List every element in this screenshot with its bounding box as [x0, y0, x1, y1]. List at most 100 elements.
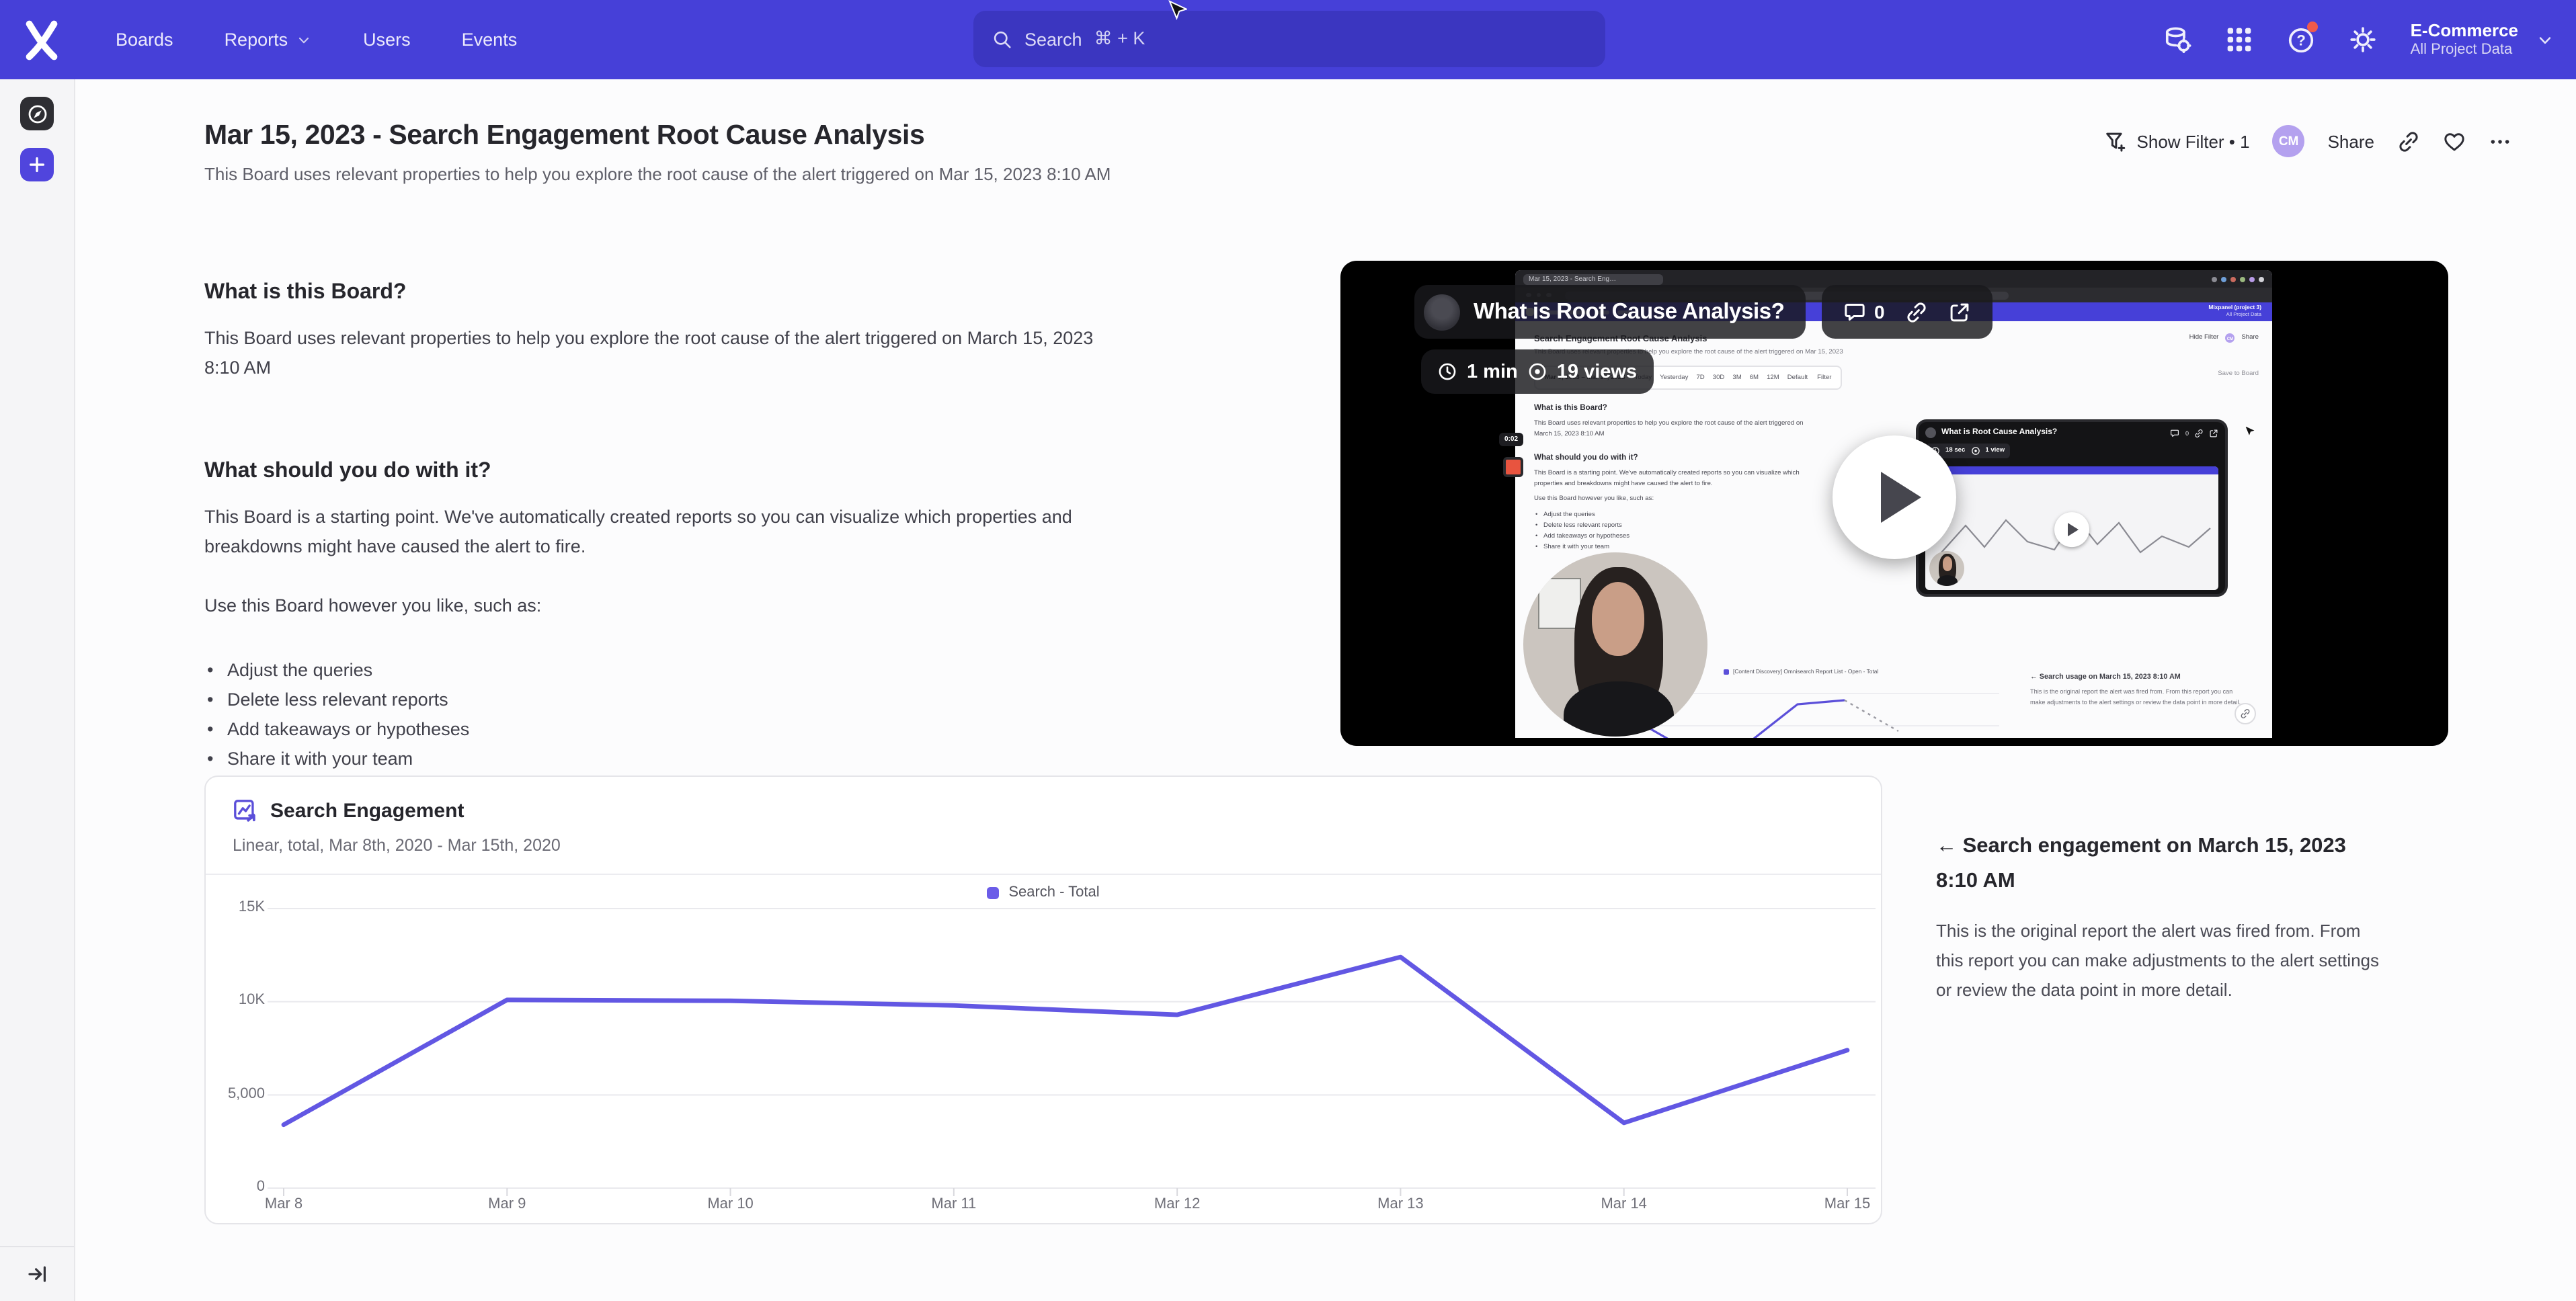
mixpanel-logo-icon[interactable]	[22, 17, 62, 62]
chevron-down-icon	[296, 32, 312, 48]
notification-dot	[2307, 22, 2318, 32]
app-window: Boards Reports Users Events Search ⌘ + K…	[0, 0, 2576, 1301]
comments-icon[interactable]	[1843, 300, 1866, 323]
range-button[interactable]: 6M	[1750, 374, 1759, 381]
avatar[interactable]: CM	[2273, 125, 2305, 157]
presenter-webcam	[1523, 552, 1707, 737]
board-text-sections: What is this Board? This Board uses rele…	[204, 281, 1108, 774]
top-nav: Boards Reports Users Events Search ⌘ + K…	[0, 0, 2576, 79]
project-scope: All Project Data	[2411, 42, 2518, 60]
comment-icon	[2171, 428, 2180, 437]
new-board-button[interactable]	[20, 148, 54, 181]
video-embed-card[interactable]: Mar 15, 2023 - Search Eng… Mixpanel (pro…	[1340, 261, 2448, 746]
project-name: E-Commerce	[2411, 19, 2518, 42]
x-tick-label: Mar 10	[684, 1196, 778, 1212]
y-tick-label: 15K	[206, 899, 265, 915]
video-title: What is Root Cause Analysis?	[1474, 299, 1785, 325]
video-author-avatar	[1424, 294, 1460, 330]
compass-icon	[26, 103, 48, 124]
mini-board-toolbar: Hide Filter CM Share	[2189, 333, 2259, 343]
nav-reports[interactable]: Reports	[225, 30, 313, 50]
aside-note: ← Search engagement on March 15, 2023 8:…	[1936, 829, 2388, 1005]
video-title-pill[interactable]: What is Root Cause Analysis?	[1414, 285, 1806, 339]
divider	[206, 874, 1881, 875]
line-chart-icon	[233, 798, 258, 824]
line-chart-svg[interactable]	[206, 892, 1884, 1207]
views-icon	[1527, 362, 1547, 382]
help-icon[interactable]	[2287, 26, 2315, 54]
mini-text-column: What is this Board? This Board uses rele…	[1534, 405, 1810, 554]
primary-nav: Boards Reports Users Events	[116, 30, 517, 50]
expand-sidebar-icon[interactable]	[26, 1263, 48, 1285]
list-item: Delete less relevant reports	[204, 685, 1108, 715]
page-title: Mar 15, 2023 - Search Engagement Root Ca…	[204, 120, 1111, 152]
mini-aside-text: ← Search usage on March 15, 2023 8:10 AM…	[2030, 673, 2245, 707]
x-tick-label: Mar 8	[237, 1196, 331, 1212]
x-tick-label: Mar 15	[1800, 1196, 1894, 1212]
search-input[interactable]: Search ⌘ + K	[973, 11, 1605, 67]
mini-filter: Filter	[1817, 374, 1831, 381]
external-link-icon	[2209, 428, 2218, 437]
nested-play-button[interactable]	[2054, 512, 2089, 547]
apps-grid-icon[interactable]	[2225, 26, 2253, 54]
range-button[interactable]: 7D	[1696, 374, 1704, 381]
aside-heading: ← Search engagement on March 15, 2023 8:…	[1936, 829, 2388, 899]
y-tick-label: 10K	[206, 993, 265, 1009]
nav-boards[interactable]: Boards	[116, 30, 173, 50]
comment-count: 0	[1874, 301, 1885, 323]
nav-right: E-Commerce All Project Data	[2163, 0, 2554, 79]
more-options-icon[interactable]	[2489, 130, 2511, 153]
range-button[interactable]: Default	[1787, 374, 1808, 381]
mini-link-fab	[2235, 703, 2256, 724]
section-body: Use this Board however you like, such as…	[204, 591, 1108, 621]
show-filter-button[interactable]: Show Filter • 1	[2105, 130, 2250, 153]
settings-gear-icon[interactable]	[2349, 26, 2377, 54]
nested-video-screen	[1925, 466, 2218, 590]
range-button[interactable]: Yesterday	[1660, 374, 1688, 381]
video-range-buttons: TodayYesterday7D30D3M6M12MDefault	[1635, 374, 1808, 381]
browser-extension-icons	[2212, 276, 2264, 282]
left-sidebar	[0, 79, 75, 1301]
copy-video-link-icon[interactable]	[1905, 300, 1928, 323]
search-icon	[992, 29, 1012, 49]
range-button[interactable]: 3M	[1732, 374, 1741, 381]
x-tick-label: Mar 11	[907, 1196, 1001, 1212]
search-shortcut: ⌘ + K	[1094, 28, 1145, 50]
board-toolbar: Show Filter • 1 CM Share	[2105, 125, 2511, 157]
nav-users[interactable]: Users	[363, 30, 411, 50]
list-item: Share it with your team	[204, 745, 1108, 774]
y-tick-label: 5,000	[206, 1085, 265, 1101]
discover-boards-button[interactable]	[20, 97, 54, 130]
chevron-down-icon	[2536, 30, 2554, 49]
views-icon	[1970, 446, 1980, 456]
nested-video-frame: What is Root Cause Analysis? 0 18 sec 1 …	[1916, 419, 2228, 597]
report-card[interactable]: Search Engagement Linear, total, Mar 8th…	[204, 775, 1882, 1224]
range-button[interactable]: 12M	[1767, 374, 1779, 381]
section-heading: What should you do with it?	[204, 460, 1108, 484]
main-content: Mar 15, 2023 - Search Engagement Root Ca…	[75, 79, 2576, 1301]
copy-link-icon[interactable]	[2397, 130, 2420, 153]
section-heading: What is this Board?	[204, 281, 1108, 305]
open-external-icon[interactable]	[1948, 300, 1971, 323]
x-tick-label: Mar 13	[1353, 1196, 1447, 1212]
recording-timer: 0:02	[1499, 433, 1523, 446]
mouse-cursor-icon	[1168, 0, 1187, 23]
x-tick-label: Mar 9	[460, 1196, 554, 1212]
stop-recording-button[interactable]	[1503, 457, 1523, 477]
video-duration: 1 min	[1467, 361, 1518, 382]
data-management-icon[interactable]	[2163, 26, 2191, 54]
favorite-heart-icon[interactable]	[2443, 130, 2466, 153]
recorded-cursor-icon	[2244, 425, 2256, 439]
nav-events[interactable]: Events	[462, 30, 518, 50]
section-body: This Board uses relevant properties to h…	[204, 324, 1108, 383]
range-button[interactable]: 30D	[1713, 374, 1725, 381]
video-actions-pill: 0	[1822, 285, 1993, 339]
chart-line-Search - Total	[284, 957, 1847, 1125]
sidebar-footer	[0, 1246, 74, 1301]
project-switcher[interactable]: E-Commerce All Project Data	[2411, 19, 2518, 60]
y-tick-label: 0	[206, 1179, 265, 1195]
report-title[interactable]: Search Engagement	[270, 800, 464, 823]
play-button[interactable]	[1833, 435, 1956, 559]
video-stats-pill: 1 min 19 views	[1421, 349, 1653, 394]
share-button[interactable]: Share	[2328, 131, 2374, 151]
